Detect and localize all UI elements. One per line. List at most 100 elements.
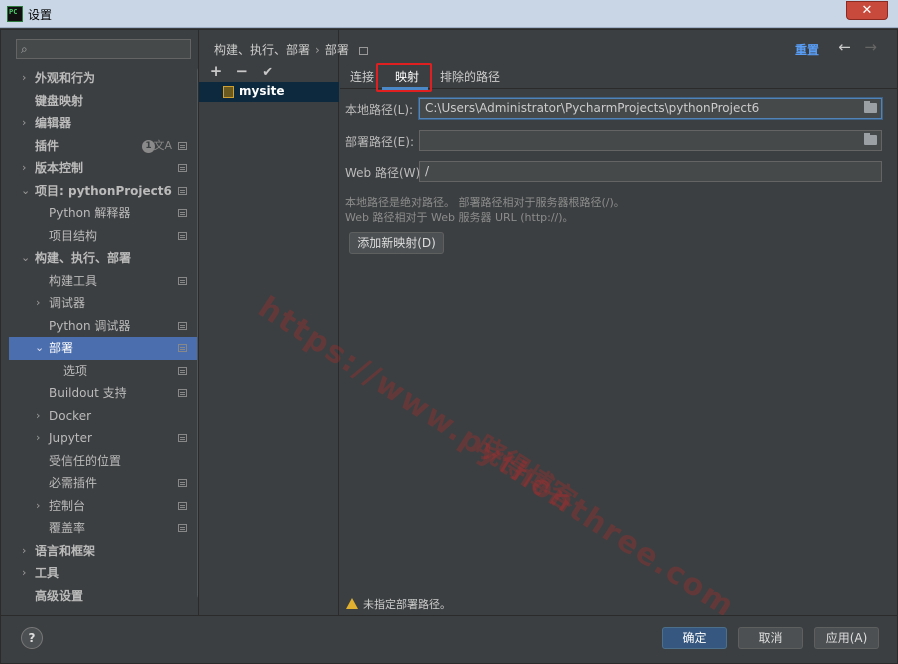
chevron-right-icon[interactable]: › <box>36 405 40 428</box>
chevron-right-icon[interactable]: › <box>22 562 26 585</box>
forward-arrow-icon[interactable]: → <box>864 38 877 56</box>
project-scope-icon <box>178 344 187 352</box>
server-list-item[interactable]: mysite <box>199 82 339 102</box>
tree-item-label: Jupyter <box>49 431 92 445</box>
folder-icon[interactable] <box>864 133 877 145</box>
cancel-button[interactable]: 取消 <box>738 627 803 649</box>
tree-item-appearance[interactable]: › 外观和行为 <box>9 67 199 90</box>
chevron-right-icon[interactable]: › <box>22 157 26 180</box>
local-path-field[interactable]: C:\Users\Administrator\PycharmProjects\p… <box>419 98 882 119</box>
chevron-right-icon[interactable]: › <box>22 112 26 135</box>
local-path-value: C:\Users\Administrator\PycharmProjects\p… <box>425 101 760 115</box>
tab-connection[interactable]: 连接 <box>350 68 374 85</box>
help-button[interactable]: ? <box>21 627 43 649</box>
chevron-down-icon[interactable]: ⌄ <box>35 337 44 360</box>
pycharm-logo-icon: PC <box>7 6 23 22</box>
project-scope-icon <box>178 366 187 375</box>
chevron-right-icon[interactable]: › <box>36 495 40 518</box>
tree-item-label: Docker <box>49 408 92 423</box>
dialog-footer: ? 确定 取消 应用(A) <box>1 615 897 663</box>
tree-item-label: Buildout 支持 <box>49 386 127 400</box>
chevron-right-icon[interactable]: › <box>22 540 26 563</box>
annotation-highlight-box <box>376 63 432 92</box>
tree-item-python-interpreter[interactable]: Python 解释器 <box>9 202 199 225</box>
close-button[interactable]: ✕ <box>846 1 888 20</box>
tree-item-deployment[interactable]: ⌄ 部署 <box>9 337 199 360</box>
translate-icon: 文A <box>153 138 172 152</box>
tree-item-label: 控制台 <box>49 498 86 513</box>
tree-item-label: 必需插件 <box>49 476 98 490</box>
deployment-path-label: 部署路径(E): <box>345 135 414 149</box>
tree-item-coverage[interactable]: 覆盖率 <box>9 517 199 540</box>
tree-item-required-plugins[interactable]: 必需插件 <box>9 472 199 495</box>
tree-item-languages-frameworks[interactable]: › 语言和框架 <box>9 540 199 563</box>
tree-item-label: 高级设置 <box>35 588 84 603</box>
tree-item-options[interactable]: 选项 <box>9 360 199 383</box>
ok-button[interactable]: 确定 <box>662 627 727 649</box>
tree-item-label: 项目: pythonProject6 <box>35 183 172 198</box>
tree-item-label: 工具 <box>35 566 60 580</box>
tab-excluded-paths[interactable]: 排除的路径 <box>440 68 500 85</box>
tree-item-project[interactable]: ⌄ 项目: pythonProject6 <box>9 180 199 203</box>
tree-item-label: 受信任的位置 <box>49 453 122 468</box>
chevron-right-icon[interactable]: › <box>22 67 26 90</box>
chevron-down-icon[interactable]: ⌄ <box>21 180 30 203</box>
project-scope-icon <box>178 321 187 330</box>
apply-button[interactable]: 应用(A) <box>814 627 879 649</box>
tree-item-label: 外观和行为 <box>35 71 96 85</box>
back-arrow-icon[interactable]: ← <box>838 38 851 56</box>
warning-text: 未指定部署路径。 <box>363 598 451 611</box>
add-mapping-button[interactable]: 添加新映射(D) <box>349 232 444 254</box>
project-scope-icon <box>178 186 187 195</box>
tree-item-editor[interactable]: › 编辑器 <box>9 112 199 135</box>
tree-item-project-structure[interactable]: 项目结构 <box>9 225 199 248</box>
tree-item-keymap[interactable]: 键盘映射 <box>9 90 199 113</box>
tree-item-label: 版本控制 <box>35 161 84 175</box>
settings-dialog: ⌕ › 外观和行为 键盘映射 › 编辑器 插件 1 文A › 版本控制 ⌄ 项目: pyth… <box>0 29 898 664</box>
tree-item-build-tools[interactable]: 构建工具 <box>9 270 199 293</box>
tree-item-buildout[interactable]: Buildout 支持 <box>9 382 199 405</box>
search-input[interactable]: ⌕ <box>16 39 191 59</box>
add-server-button[interactable]: + <box>205 62 227 80</box>
tree-item-label: 选项 <box>63 363 88 378</box>
project-scope-icon <box>358 46 368 55</box>
breadcrumb-item: 构建、执行、部署 <box>214 43 311 57</box>
chevron-right-icon[interactable]: › <box>36 427 40 450</box>
tree-item-jupyter[interactable]: › Jupyter <box>9 427 199 450</box>
tree-item-debugger[interactable]: › 调试器 <box>9 292 199 315</box>
chevron-down-icon[interactable]: ⌄ <box>21 247 30 270</box>
tree-item-tools[interactable]: › 工具 <box>9 562 199 585</box>
reset-link[interactable]: 重置 <box>795 41 819 58</box>
project-scope-icon <box>178 141 187 150</box>
tree-item-label: 键盘映射 <box>35 93 84 108</box>
servers-toolbar: + − ✔ <box>205 62 279 80</box>
window-title: 设置 <box>28 8 53 22</box>
tree-item-python-debugger[interactable]: Python 调试器 <box>9 315 199 338</box>
chevron-right-icon[interactable]: › <box>36 292 40 315</box>
tree-item-label: 部署 <box>49 341 74 355</box>
deployment-path-warning: 未指定部署路径。 <box>346 596 451 612</box>
sftp-server-icon <box>223 86 234 98</box>
tree-item-advanced-settings[interactable]: 高级设置 <box>9 585 199 608</box>
tree-item-console[interactable]: › 控制台 <box>9 495 199 518</box>
deployment-path-field[interactable] <box>419 130 882 151</box>
tree-item-build-execution-deployment[interactable]: ⌄ 构建、执行、部署 <box>9 247 199 270</box>
tree-item-docker[interactable]: › Docker <box>9 405 199 428</box>
project-scope-icon <box>178 209 187 217</box>
web-path-field[interactable]: / <box>419 161 882 182</box>
project-scope-icon <box>178 501 187 510</box>
tree-item-label: Python 调试器 <box>49 318 131 333</box>
tree-item-vcs[interactable]: › 版本控制 <box>9 157 199 180</box>
settings-tree-panel: ⌕ › 外观和行为 键盘映射 › 编辑器 插件 1 文A › 版本控制 ⌄ 项目: pyth… <box>9 30 205 615</box>
tree-item-label: 调试器 <box>49 296 86 310</box>
breadcrumb-item: 部署 <box>324 43 349 57</box>
tree-item-trusted-locations[interactable]: 受信任的位置 <box>9 450 199 473</box>
remove-server-button[interactable]: − <box>231 62 253 80</box>
tree-item-label: 构建、执行、部署 <box>35 251 132 265</box>
set-default-server-button[interactable]: ✔ <box>257 65 279 80</box>
project-scope-icon <box>178 231 187 240</box>
title-bar: PC 设置 ✕ <box>0 0 898 28</box>
folder-icon[interactable] <box>864 101 877 113</box>
tree-item-plugins[interactable]: 插件 1 文A <box>9 135 199 158</box>
mapping-hint-line: 本地路径是绝对路径。 部署路径相对于服务器根路径(/)。 <box>345 196 625 209</box>
